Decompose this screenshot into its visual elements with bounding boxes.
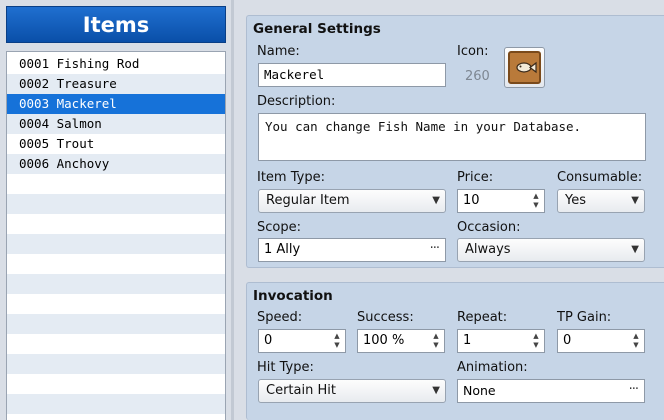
- list-item[interactable]: 0004 Salmon: [7, 114, 225, 134]
- icon-picker-button[interactable]: [504, 47, 545, 88]
- empty-list-row[interactable]: [7, 394, 225, 414]
- name-label: Name:: [257, 44, 300, 59]
- general-settings-panel: General Settings Name: Mackerel Icon: 26…: [246, 15, 664, 268]
- items-list[interactable]: 0001 Fishing Rod 0002 Treasure 0003 Macker…: [6, 51, 226, 420]
- fish-icon: [508, 51, 541, 84]
- empty-list-row[interactable]: [7, 374, 225, 394]
- stepper-arrows-icon[interactable]: ▲ ▼: [332, 332, 342, 350]
- list-item[interactable]: 0003 Mackerel: [7, 94, 225, 114]
- empty-list-row[interactable]: [7, 174, 225, 194]
- repeat-value: 1: [463, 333, 472, 348]
- tp-gain-label: TP Gain:: [557, 310, 612, 325]
- occasion-label: Occasion:: [457, 220, 521, 235]
- items-rows: 0001 Fishing Rod 0002 Treasure 0003 Macker…: [7, 52, 225, 414]
- item-type-label: Item Type:: [257, 170, 325, 185]
- item-type-value: Regular Item: [266, 193, 350, 208]
- chevron-down-icon: ▼: [432, 385, 440, 396]
- empty-list-row[interactable]: [7, 334, 225, 354]
- scope-value: 1 Ally: [264, 242, 301, 257]
- speed-label: Speed:: [257, 310, 303, 325]
- success-value: 100 %: [363, 333, 405, 348]
- chevron-down-icon: ▼: [631, 195, 639, 206]
- animation-field[interactable]: None ···: [457, 379, 645, 403]
- price-stepper[interactable]: 10 ▲ ▼: [457, 189, 545, 213]
- empty-list-row[interactable]: [7, 274, 225, 294]
- empty-list-row[interactable]: [7, 294, 225, 314]
- stepper-arrows-icon[interactable]: ▲ ▼: [631, 332, 641, 350]
- list-item[interactable]: 0001 Fishing Rod: [7, 54, 225, 74]
- repeat-label: Repeat:: [457, 310, 508, 325]
- invocation-panel: Invocation Speed: 0 ▲ ▼ Success: 100 % ▲ ▼…: [246, 282, 664, 420]
- stepper-arrows-icon[interactable]: ▲ ▼: [531, 192, 541, 210]
- items-list-header: Items: [6, 6, 226, 43]
- invocation-title: Invocation: [253, 288, 333, 304]
- price-label: Price:: [457, 170, 494, 185]
- empty-list-row[interactable]: [7, 214, 225, 234]
- consumable-value: Yes: [565, 193, 586, 208]
- empty-list-row[interactable]: [7, 314, 225, 334]
- hit-type-dropdown[interactable]: Certain Hit ▼: [258, 379, 446, 403]
- list-item[interactable]: 0002 Treasure: [7, 74, 225, 94]
- stepper-arrows-icon[interactable]: ▲ ▼: [431, 332, 441, 350]
- stepper-arrows-icon[interactable]: ▲ ▼: [531, 332, 541, 350]
- speed-stepper[interactable]: 0 ▲ ▼: [258, 329, 346, 353]
- panel-splitter[interactable]: [231, 0, 234, 420]
- ellipsis-icon[interactable]: ···: [629, 380, 639, 401]
- description-label: Description:: [257, 94, 336, 109]
- repeat-stepper[interactable]: 1 ▲ ▼: [457, 329, 545, 353]
- tp-gain-stepper[interactable]: 0 ▲ ▼: [557, 329, 645, 353]
- icon-index: 260: [465, 69, 490, 84]
- icon-label: Icon:: [457, 44, 489, 59]
- item-type-dropdown[interactable]: Regular Item ▼: [258, 189, 446, 213]
- chevron-down-icon: ▼: [432, 195, 440, 206]
- animation-value: None: [463, 383, 496, 398]
- description-field[interactable]: You can change Fish Name in your Databas…: [258, 113, 646, 161]
- success-label: Success:: [357, 310, 414, 325]
- general-settings-title: General Settings: [253, 21, 381, 37]
- ellipsis-icon[interactable]: ···: [430, 239, 440, 260]
- occasion-dropdown[interactable]: Always ▼: [457, 238, 645, 262]
- scope-label: Scope:: [257, 220, 301, 235]
- empty-list-row[interactable]: [7, 354, 225, 374]
- consumable-label: Consumable:: [557, 170, 643, 185]
- list-item[interactable]: 0006 Anchovy: [7, 154, 225, 174]
- chevron-down-icon: ▼: [631, 244, 639, 255]
- hit-type-label: Hit Type:: [257, 360, 314, 375]
- list-item[interactable]: 0005 Trout: [7, 134, 225, 154]
- occasion-value: Always: [465, 242, 511, 257]
- empty-list-row[interactable]: [7, 254, 225, 274]
- speed-value: 0: [264, 333, 273, 348]
- hit-type-value: Certain Hit: [266, 383, 336, 398]
- empty-list-row[interactable]: [7, 234, 225, 254]
- scope-field[interactable]: 1 Ally ···: [258, 238, 446, 262]
- price-value: 10: [463, 193, 480, 208]
- empty-list-row[interactable]: [7, 194, 225, 214]
- tp-gain-value: 0: [563, 333, 572, 348]
- name-field[interactable]: Mackerel: [258, 63, 446, 87]
- animation-label: Animation:: [457, 360, 528, 375]
- consumable-dropdown[interactable]: Yes ▼: [557, 189, 645, 213]
- success-stepper[interactable]: 100 % ▲ ▼: [357, 329, 445, 353]
